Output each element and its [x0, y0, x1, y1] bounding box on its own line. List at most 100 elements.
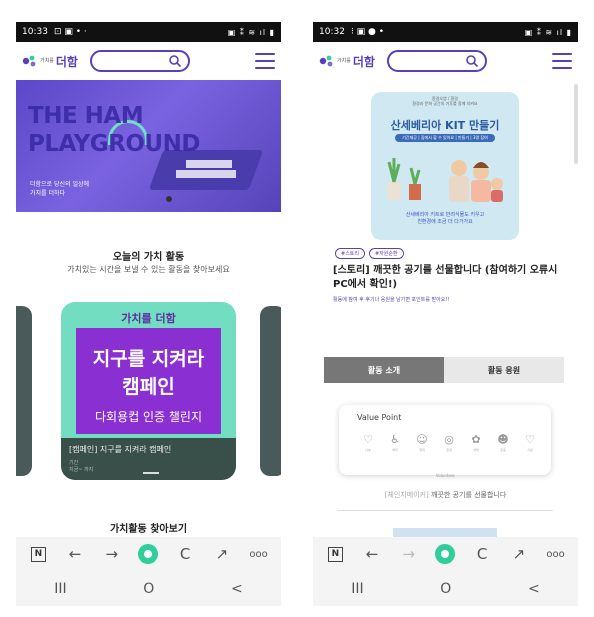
app-logo[interactable]: 가치를 더함	[319, 53, 375, 70]
home-button[interactable]: O	[440, 581, 451, 597]
naver-n-icon[interactable]: N	[28, 544, 48, 564]
reload-icon[interactable]: C	[175, 544, 195, 564]
poster-bottom-text: 산세베리아 키트로 반려식물도 키우고 친환경에 조금 더 다가가요	[371, 212, 519, 226]
forward-arrow-icon[interactable]: →	[399, 544, 419, 564]
activity-poster-image: 환경오염 / 환경 환경과 문화 공간의 기후를 함께 지켜요 산세베리아 KI…	[371, 92, 519, 240]
more-options-icon[interactable]: ooo	[249, 544, 269, 564]
card-caption-meta: 기간 지금~ 까지	[69, 460, 93, 474]
carousel-indicator-dot[interactable]	[166, 196, 172, 202]
poster-title: 산세베리아 KIT 만들기	[390, 119, 500, 132]
recent-apps-button[interactable]: III	[54, 581, 66, 597]
tab-activity-support[interactable]: 활동 응원	[444, 357, 564, 383]
face-label: 존중	[500, 448, 506, 452]
poster-tiny-text: 환경오염 / 환경 환경과 문화 공간의 기후를 함께 지켜요	[371, 96, 519, 106]
volunteer-text: 깨끗한 공기를 선물합니다	[431, 491, 507, 499]
logo-text: 더함	[55, 54, 78, 69]
system-back-button[interactable]: <	[231, 581, 243, 597]
card-caption: [캠페인] 지구를 지켜라 캠페인 기간 지금~ 까지	[61, 438, 236, 480]
poster-line2: 캠페인	[122, 376, 175, 398]
globe-label: 환경	[446, 448, 452, 452]
search-icon[interactable]	[168, 54, 182, 68]
status-system-icons: ▣ ⁑ ≋ ıl ▮	[524, 27, 572, 37]
person-label: 배려	[392, 448, 398, 452]
hero-title-line1: THE HAM	[28, 103, 144, 129]
left-phone-screen: 10:33 ⊡ ▣ • · ▣ ⁑ ≋ ıl ▮ 가치를 더함 THE HAM …	[16, 22, 281, 606]
logo-small-text: 가치를	[337, 58, 351, 64]
logo-mark-icon	[319, 54, 335, 68]
heart-hands-icon[interactable]: ♡ 나눔	[361, 433, 375, 452]
more-options-icon[interactable]: ooo	[546, 544, 566, 564]
app-header: 가치를 더함	[16, 42, 281, 80]
post-note: 활동에 참여 후 후기나 응원을 남기면 포인트를 받아요!!	[333, 297, 450, 303]
people-glyph: ☺	[416, 433, 428, 446]
hero-banner[interactable]: THE HAM PLAYGROUND 더함으로 당신의 일상에 가치를 더하다	[16, 80, 281, 212]
system-nav-bar: III O <	[16, 571, 281, 606]
hamburger-menu-icon[interactable]	[255, 53, 275, 69]
plant-glyph: ✿	[471, 433, 481, 446]
family-plant-illustration	[387, 158, 503, 202]
scrollbar[interactable]	[574, 84, 578, 164]
value-point-title: Value Point	[357, 413, 402, 422]
plant-icon[interactable]: ✿ 생명	[469, 433, 483, 452]
divider	[337, 510, 553, 511]
card-progress-bar	[143, 472, 159, 474]
volunteer-prefix: [체인지메이커]	[384, 491, 429, 499]
plant-label: 생명	[473, 448, 479, 452]
explore-section-title: 가치활동 찾아보기	[109, 524, 188, 535]
prev-card-peek[interactable]	[16, 306, 32, 476]
people-icon[interactable]: ☺ 협력	[415, 433, 429, 452]
today-section-title: 오늘의 가치 활동	[112, 252, 185, 263]
search-icon[interactable]	[465, 54, 479, 68]
poster-tiny-line2: 환경과 문화 공간의 기후를 함께 지켜요	[412, 101, 478, 106]
browser-toolbar: N ← → C ↗ ooo	[313, 537, 578, 571]
activity-card[interactable]: 가치를 더함 지구를 지켜라 캠페인 다회용컵 인증 챌린지 [캠페인] 지구를…	[61, 302, 236, 480]
back-arrow-icon[interactable]: ←	[362, 544, 382, 564]
browser-toolbar: N ← → C ↗ ooo	[16, 537, 281, 571]
hamburger-menu-icon[interactable]	[552, 53, 572, 69]
heart-label: 사랑	[527, 448, 533, 452]
globe-glyph: ◎	[444, 433, 454, 446]
home-button[interactable]: O	[143, 581, 154, 597]
app-logo[interactable]: 가치를 더함	[22, 53, 78, 70]
back-arrow-icon[interactable]: ←	[65, 544, 85, 564]
activity-tabs: 활동 소개 활동 응원	[324, 357, 564, 383]
browser-home-icon[interactable]	[435, 544, 456, 564]
heart-hands-glyph: ♡	[363, 433, 373, 446]
person-glyph: ♿	[390, 433, 400, 446]
logo-small-text: 가치를	[40, 58, 54, 64]
search-input[interactable]	[386, 50, 487, 72]
poster-line3: 다회용컵 인증 챌린지	[95, 410, 202, 424]
status-bar: 10:33 ⊡ ▣ • · ▣ ⁑ ≋ ıl ▮	[16, 22, 281, 42]
hero-title-line2: PLAYGROUND	[28, 131, 200, 157]
browser-home-icon[interactable]	[138, 544, 159, 564]
card-brand-label: 가치를 더함	[121, 312, 176, 325]
people-label: 협력	[419, 448, 425, 452]
heart-icon[interactable]: ♡ 사랑	[523, 433, 537, 452]
globe-icon[interactable]: ◎ 환경	[442, 433, 456, 452]
status-time: 10:33	[22, 27, 48, 37]
status-notification-icons: ⁝ ▣ ● •	[350, 27, 385, 37]
tab-activity-intro[interactable]: 활동 소개	[324, 357, 444, 383]
tag-recycling[interactable]: #자원순환	[369, 248, 404, 259]
recent-apps-button[interactable]: III	[351, 581, 363, 597]
share-icon[interactable]: ↗	[212, 544, 232, 564]
volunteer-label: Volunteer	[435, 473, 456, 478]
next-content-peek	[393, 528, 497, 537]
share-icon[interactable]: ↗	[509, 544, 529, 564]
status-time: 10:32	[319, 27, 345, 37]
hero-subtitle: 더함으로 당신의 일상에 가치를 더하다	[30, 180, 89, 198]
tag-list: #스토리 #자원순환	[335, 248, 404, 259]
reload-icon[interactable]: C	[472, 544, 492, 564]
tag-story[interactable]: #스토리	[335, 248, 365, 259]
face-icon[interactable]: ☻ 존중	[496, 433, 510, 452]
hero-title: THE HAM PLAYGROUND	[28, 102, 200, 158]
naver-n-icon[interactable]: N	[325, 544, 345, 564]
post-title: [스토리] 깨끗한 공기를 선물합니다 (참여하기 오류시 PC에서 확인!)	[333, 265, 558, 290]
logo-mark-icon	[22, 54, 38, 68]
next-card-peek[interactable]	[260, 306, 281, 476]
search-input[interactable]	[89, 50, 190, 72]
forward-arrow-icon[interactable]: →	[102, 544, 122, 564]
system-back-button[interactable]: <	[528, 581, 540, 597]
value-point-card: Value Point ♡ 나눔 ♿ 배려 ☺ 협력 ◎ 환경 ✿ 생명 ☻ 존중 ♡ 사랑	[339, 405, 551, 475]
person-icon[interactable]: ♿ 배려	[388, 433, 402, 452]
